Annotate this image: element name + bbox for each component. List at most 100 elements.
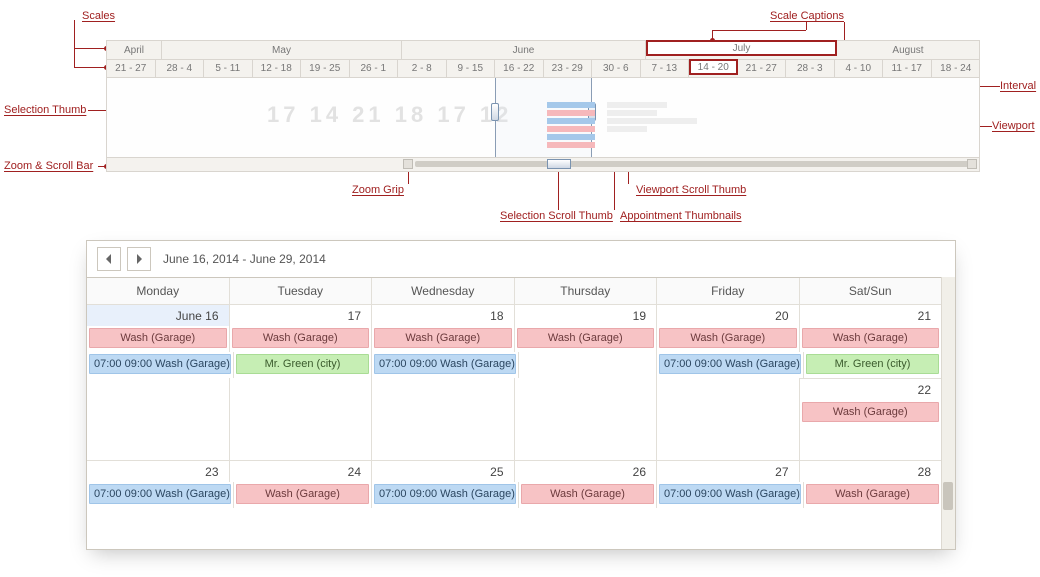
week-cell[interactable]: 21 - 27 <box>107 60 156 77</box>
week-cell[interactable]: 23 - 29 <box>544 60 593 77</box>
calendar-title: June 16, 2014 - June 29, 2014 <box>163 252 326 266</box>
week-cell[interactable]: 5 - 11 <box>204 60 253 77</box>
event-mr-green[interactable]: Mr. Green (city) <box>236 354 369 374</box>
week-cell[interactable]: 28 - 3 <box>786 60 835 77</box>
event-row: 07:00 09:00 Wash (Garage) Mr. Green (cit… <box>87 352 941 378</box>
day-cell[interactable]: 24 <box>230 460 373 482</box>
anno-appt-thumbs: Appointment Thumbnails <box>620 210 741 222</box>
day-cell[interactable]: 23 <box>87 460 230 482</box>
appt-thumb <box>607 126 647 132</box>
anno-scale-captions: Scale Captions <box>770 10 844 22</box>
month-scale: April May June July August <box>107 41 979 59</box>
week-scale: 21 - 27 28 - 4 5 - 11 12 - 18 19 - 25 26… <box>107 59 979 77</box>
day-header: Friday <box>657 278 800 304</box>
week-cell[interactable]: 4 - 10 <box>835 60 884 77</box>
timeline-scale: April May June July August 21 - 27 28 - … <box>106 40 980 78</box>
day-numbers-row: June 16 17 18 19 20 21 <box>87 304 941 326</box>
event-row: Wash (Garage) Wash (Garage) Wash (Garage… <box>87 326 941 352</box>
month-july[interactable]: July <box>646 40 837 56</box>
day-cell[interactable]: 19 <box>515 304 658 326</box>
event-wash-garage[interactable]: Wash (Garage) <box>89 328 227 348</box>
event-wash-garage[interactable]: Wash (Garage) <box>521 484 654 504</box>
event-wash-garage[interactable]: Wash (Garage) <box>517 328 655 348</box>
week-cell[interactable]: 2 - 8 <box>398 60 447 77</box>
day-cell[interactable]: 28 <box>800 460 942 482</box>
week-cell[interactable]: 11 - 17 <box>883 60 932 77</box>
week-cell[interactable]: 26 - 1 <box>350 60 399 77</box>
day-cell[interactable]: June 16 <box>87 304 230 326</box>
anno-scales: Scales <box>82 10 115 22</box>
event-wash-garage[interactable]: Wash (Garage) <box>802 328 940 348</box>
month-august[interactable]: August <box>837 41 979 59</box>
month-june[interactable]: June <box>402 41 646 59</box>
anno-viewport-scroll-thumb: Viewport Scroll Thumb <box>636 184 746 196</box>
event-wash-garage[interactable]: Wash (Garage) <box>236 484 369 504</box>
selection-scroll-thumb[interactable] <box>547 159 571 169</box>
appt-thumb <box>547 110 595 116</box>
day-cell[interactable]: 20 <box>657 304 800 326</box>
selection-thumb-left[interactable] <box>491 103 499 121</box>
event-row: Wash (Garage) <box>87 400 941 426</box>
event-mr-green[interactable]: Mr. Green (city) <box>806 354 939 374</box>
calendar-scrollbar[interactable] <box>941 277 955 549</box>
week-cell-highlight[interactable]: 14 - 20 <box>689 59 738 75</box>
week-cell[interactable]: 30 - 6 <box>592 60 641 77</box>
day-cell[interactable]: 25 <box>372 460 515 482</box>
prev-button[interactable] <box>97 247 121 271</box>
day-header: Wednesday <box>372 278 515 304</box>
week-cell[interactable]: 28 - 4 <box>156 60 205 77</box>
week-cell[interactable]: 19 - 25 <box>301 60 350 77</box>
event-0700-wash[interactable]: 07:00 09:00 Wash (Garage) <box>374 484 516 504</box>
week-cell[interactable]: 18 - 24 <box>932 60 981 77</box>
month-april[interactable]: April <box>107 41 162 59</box>
week-cell[interactable]: 21 - 27 <box>738 60 787 77</box>
day-cell[interactable]: 22 <box>800 378 942 400</box>
anno-viewport: Viewport <box>992 120 1035 132</box>
calendar: June 16, 2014 - June 29, 2014 Monday Tue… <box>86 240 956 550</box>
month-may[interactable]: May <box>162 41 402 59</box>
day-header: Thursday <box>515 278 658 304</box>
week-cell[interactable]: 16 - 22 <box>495 60 544 77</box>
day-numbers-row: 23 24 25 26 27 28 <box>87 460 941 482</box>
anno-interval: Interval <box>1000 80 1036 92</box>
event-wash-garage[interactable]: Wash (Garage) <box>232 328 370 348</box>
zoom-scroll-bar[interactable] <box>106 158 980 172</box>
ghost-numbers: 17 14 21 18 17 12 <box>267 102 512 128</box>
anno-zoom-grip: Zoom Grip <box>352 184 404 196</box>
day-cell[interactable]: 21 <box>800 304 942 326</box>
event-0700-wash[interactable]: 07:00 09:00 Wash (Garage) <box>89 484 231 504</box>
event-wash-garage[interactable]: Wash (Garage) <box>802 402 940 422</box>
event-wash-garage[interactable]: Wash (Garage) <box>806 484 939 504</box>
appt-thumb <box>547 126 595 132</box>
appt-thumb <box>607 110 657 116</box>
appt-thumb <box>547 118 595 124</box>
event-0700-wash[interactable]: 07:00 09:00 Wash (Garage) <box>374 354 516 374</box>
event-0700-wash[interactable]: 07:00 09:00 Wash (Garage) <box>89 354 231 374</box>
event-wash-garage[interactable]: Wash (Garage) <box>374 328 512 348</box>
anno-selection-thumb: Selection Thumb <box>4 104 86 116</box>
day-cell[interactable]: 17 <box>230 304 373 326</box>
day-numbers-row: 22 <box>87 378 941 400</box>
zoom-grip-left[interactable] <box>403 159 413 169</box>
calendar-scroll-thumb[interactable] <box>943 482 953 510</box>
day-header-row: Monday Tuesday Wednesday Thursday Friday… <box>87 278 941 304</box>
day-cell[interactable]: 26 <box>515 460 658 482</box>
day-cell[interactable]: 27 <box>657 460 800 482</box>
zoom-grip-right[interactable] <box>967 159 977 169</box>
week-cell[interactable]: 9 - 15 <box>447 60 496 77</box>
day-header: Tuesday <box>230 278 373 304</box>
event-0700-wash[interactable]: 07:00 09:00 Wash (Garage) <box>659 484 801 504</box>
day-cell[interactable]: 18 <box>372 304 515 326</box>
viewport[interactable]: 17 14 21 18 17 12 <box>106 78 980 158</box>
anno-selection-scroll-thumb: Selection Scroll Thumb <box>500 210 613 222</box>
event-0700-wash[interactable]: 07:00 09:00 Wash (Garage) <box>659 354 801 374</box>
next-button[interactable] <box>127 247 151 271</box>
day-header: Monday <box>87 278 230 304</box>
viewport-scroll-thumb[interactable] <box>415 161 975 167</box>
appt-thumb <box>607 102 667 108</box>
calendar-grid: Monday Tuesday Wednesday Thursday Friday… <box>87 277 941 549</box>
spacer-row <box>87 426 941 460</box>
week-cell[interactable]: 7 - 13 <box>641 60 690 77</box>
event-wash-garage[interactable]: Wash (Garage) <box>659 328 797 348</box>
week-cell[interactable]: 12 - 18 <box>253 60 302 77</box>
